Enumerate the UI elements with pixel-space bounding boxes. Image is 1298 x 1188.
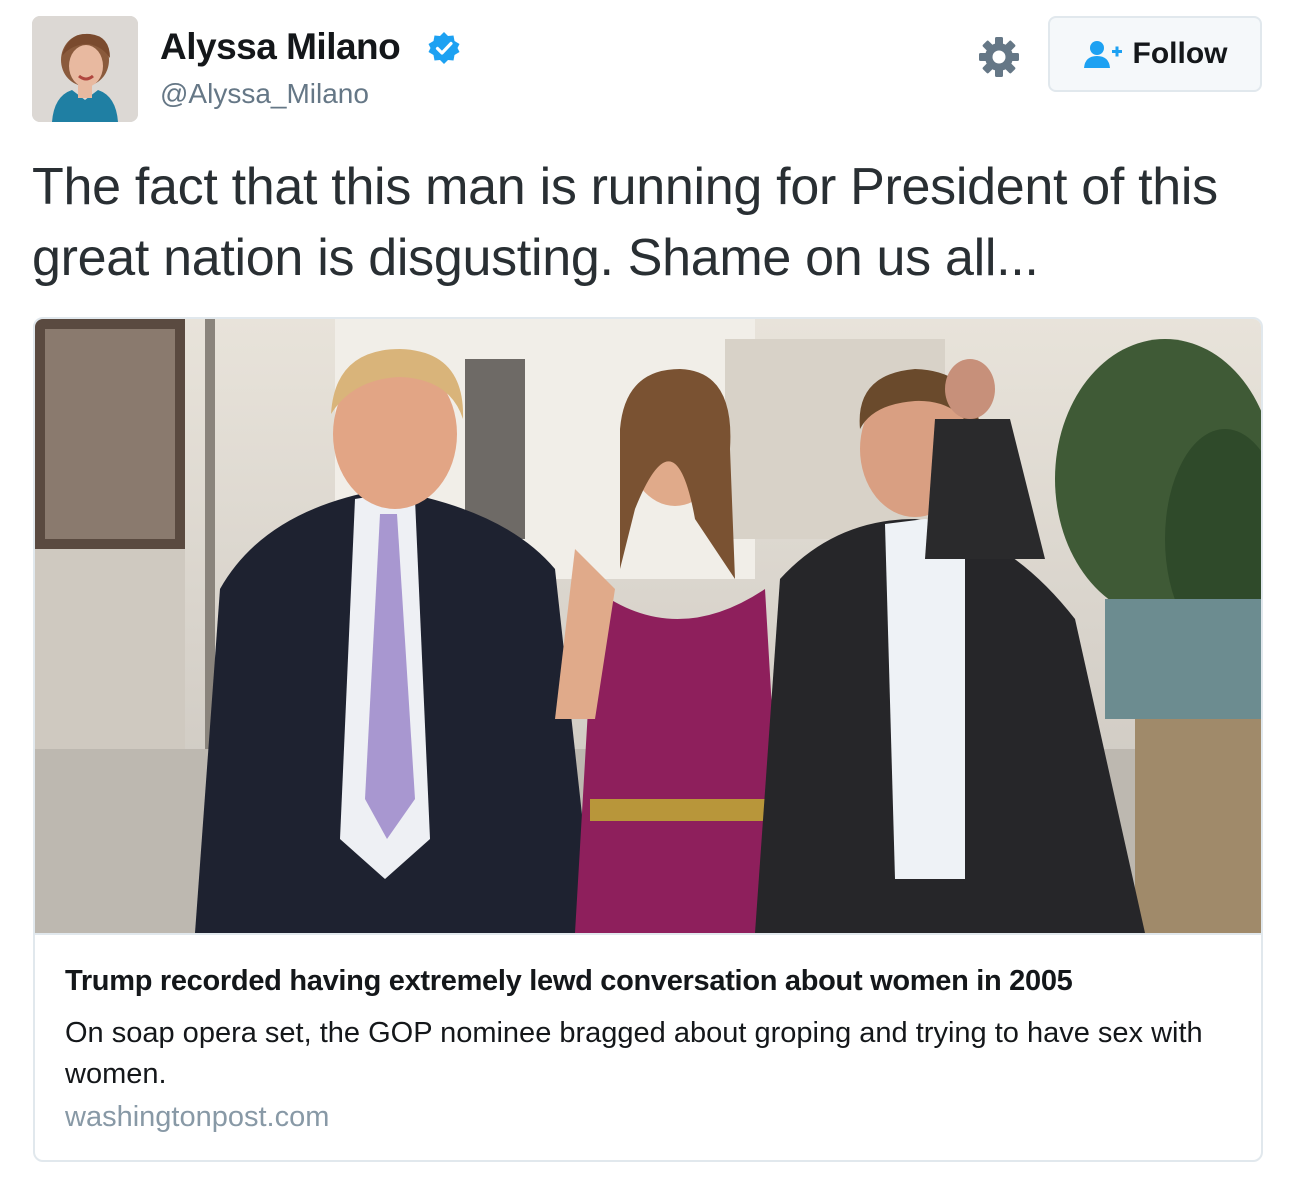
verified-badge-icon xyxy=(428,32,460,64)
follow-label: Follow xyxy=(1132,37,1228,70)
card-domain[interactable]: washingtonpost.com xyxy=(65,1101,329,1134)
author-handle[interactable]: @Alyssa_Milano xyxy=(160,78,369,110)
article-photo xyxy=(35,319,1261,933)
card-title[interactable]: Trump recorded having extremely lewd con… xyxy=(65,965,1073,998)
follow-button[interactable]: Follow xyxy=(1048,16,1262,92)
card-body[interactable]: Trump recorded having extremely lewd con… xyxy=(35,933,1261,1160)
card-image[interactable] xyxy=(35,319,1261,933)
add-user-icon xyxy=(1083,41,1122,68)
tweet-text: The fact that this man is running for Pr… xyxy=(32,158,1218,287)
avatar[interactable] xyxy=(32,16,138,122)
card-description: On soap opera set, the GOP nominee bragg… xyxy=(65,1017,1203,1090)
tweet: Alyssa Milano @Alyssa_Milano Follow The … xyxy=(0,0,1298,1188)
author-name[interactable]: Alyssa Milano xyxy=(160,26,401,68)
avatar-image xyxy=(32,16,138,122)
gear-icon[interactable] xyxy=(976,34,1022,80)
link-card[interactable]: Trump recorded having extremely lewd con… xyxy=(33,317,1263,1162)
